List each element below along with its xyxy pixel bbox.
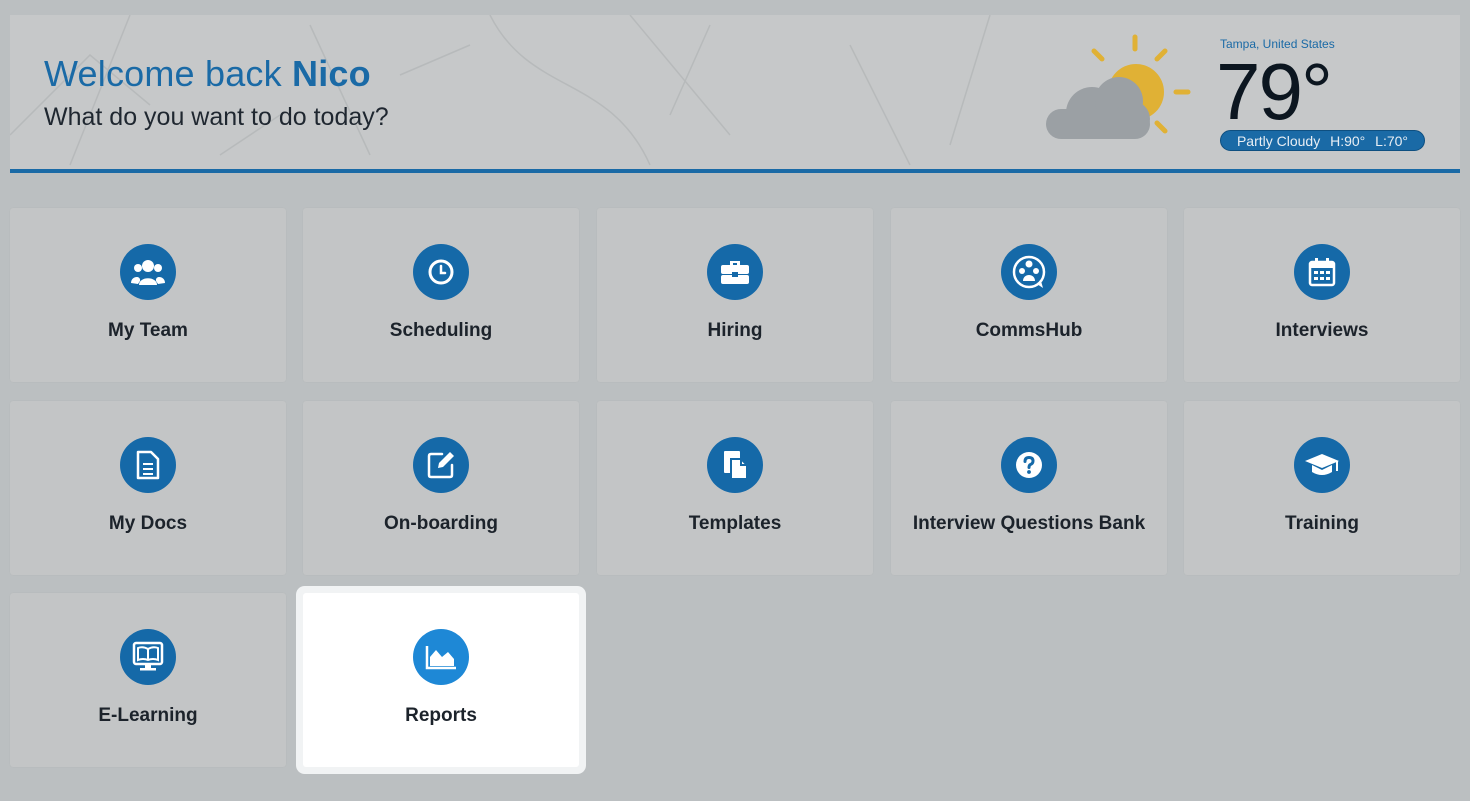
weather-low: L:70° bbox=[1375, 133, 1409, 149]
user-name: Nico bbox=[292, 53, 371, 94]
welcome-prefix: Welcome back bbox=[44, 53, 282, 94]
tile-templates[interactable]: Templates bbox=[597, 401, 873, 575]
tile-reports[interactable]: Reports bbox=[303, 593, 579, 767]
tile-interviews[interactable]: Interviews bbox=[1184, 208, 1460, 382]
partly-cloudy-icon bbox=[1046, 34, 1191, 139]
tile-commshub[interactable]: CommsHub bbox=[891, 208, 1167, 382]
document-icon bbox=[120, 437, 176, 493]
tile-interview-questions-bank[interactable]: Interview Questions Bank bbox=[891, 401, 1167, 575]
briefcase-icon bbox=[707, 244, 763, 300]
team-icon bbox=[120, 244, 176, 300]
tile-label: Reports bbox=[405, 705, 477, 726]
weather-condition-badge: Partly Cloudy H:90° L:70° bbox=[1220, 130, 1425, 151]
tile-label: CommsHub bbox=[975, 320, 1083, 341]
tile-my-team[interactable]: My Team bbox=[10, 208, 286, 382]
clock-icon bbox=[413, 244, 469, 300]
graduation-cap-icon bbox=[1294, 437, 1350, 493]
chart-icon bbox=[413, 629, 469, 685]
tile-label: Hiring bbox=[707, 320, 763, 341]
tile-training[interactable]: Training bbox=[1184, 401, 1460, 575]
weather-temperature: 79° bbox=[1216, 47, 1333, 136]
chat-icon bbox=[1001, 244, 1057, 300]
tile-hiring[interactable]: Hiring bbox=[597, 208, 873, 382]
tile-label: Interview Questions Bank bbox=[912, 513, 1146, 534]
tile-label: Templates bbox=[688, 513, 782, 534]
tile-on-boarding[interactable]: On-boarding bbox=[303, 401, 579, 575]
page-subtitle: What do you want to do today? bbox=[44, 103, 389, 131]
tile-e-learning[interactable]: E-Learning bbox=[10, 593, 286, 767]
question-icon bbox=[1001, 437, 1057, 493]
tile-label: My Team bbox=[108, 320, 188, 341]
tile-label: Interviews bbox=[1275, 320, 1369, 341]
welcome-header: Welcome back Nico What do you want to do… bbox=[10, 15, 1460, 173]
tile-label: Scheduling bbox=[389, 320, 493, 341]
tile-my-docs[interactable]: My Docs bbox=[10, 401, 286, 575]
edit-icon bbox=[413, 437, 469, 493]
welcome-message: Welcome back Nico bbox=[44, 53, 371, 95]
monitor-book-icon bbox=[120, 629, 176, 685]
calendar-icon bbox=[1294, 244, 1350, 300]
template-icon bbox=[707, 437, 763, 493]
tile-label: On-boarding bbox=[384, 513, 498, 534]
tile-scheduling[interactable]: Scheduling bbox=[303, 208, 579, 382]
tile-label: My Docs bbox=[108, 513, 188, 534]
tile-label: E-Learning bbox=[98, 705, 198, 726]
weather-high: H:90° bbox=[1330, 133, 1366, 149]
tile-label: Training bbox=[1285, 513, 1359, 534]
weather-condition: Partly Cloudy bbox=[1236, 133, 1321, 149]
